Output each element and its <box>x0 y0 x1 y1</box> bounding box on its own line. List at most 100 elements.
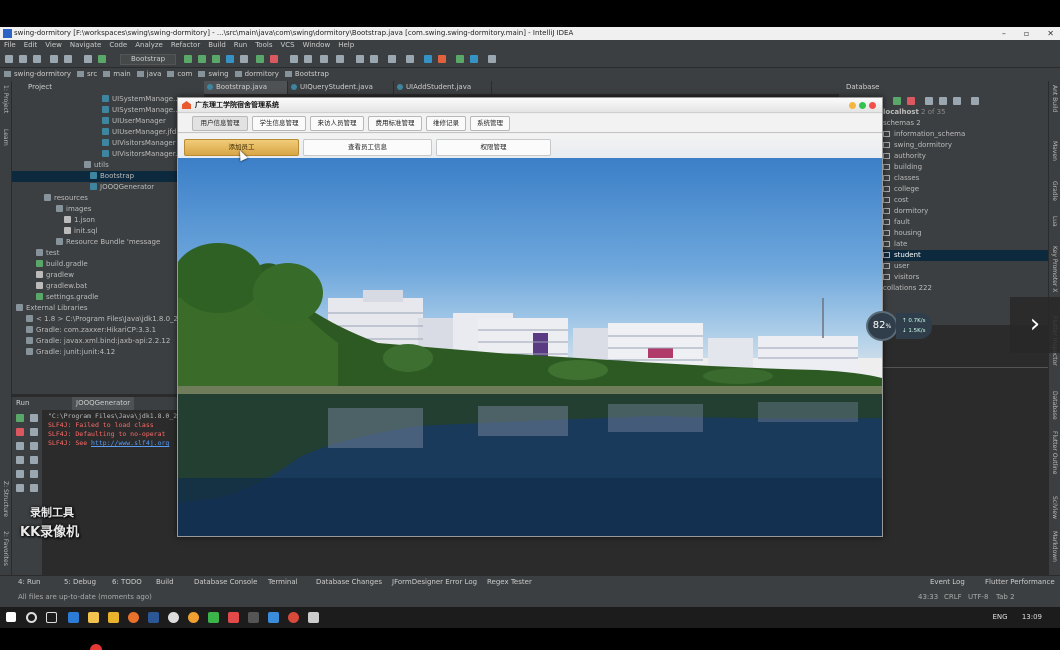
profile-icon[interactable] <box>226 55 234 63</box>
breadcrumb-swing[interactable]: swing <box>198 68 228 81</box>
app-icon[interactable] <box>268 612 279 623</box>
maximize-icon[interactable] <box>859 102 866 109</box>
settings-icon[interactable] <box>16 470 24 478</box>
app-icon[interactable] <box>108 612 119 623</box>
menu-tools[interactable]: Tools <box>255 40 272 51</box>
db-table[interactable]: dormitory <box>883 206 928 217</box>
db-schema-swing[interactable]: swing_dormitory <box>883 140 952 151</box>
run-config-select[interactable]: Bootstrap <box>120 54 176 65</box>
menu-file[interactable]: File <box>4 40 16 51</box>
breadcrumb-com[interactable]: com <box>167 68 192 81</box>
menu-window[interactable]: Window <box>303 40 331 51</box>
tab-repair-records[interactable]: 维修记录 <box>426 116 466 131</box>
minimize-icon[interactable]: – <box>1002 27 1006 40</box>
task-view-icon[interactable] <box>46 612 57 623</box>
tree-item[interactable]: test <box>36 248 59 259</box>
breadcrumb-bootstrap[interactable]: Bootstrap <box>285 68 329 81</box>
hammer-icon[interactable] <box>98 55 106 63</box>
tree-item[interactable]: utils <box>84 160 109 171</box>
filter-icon[interactable] <box>971 97 979 105</box>
attach-icon[interactable] <box>240 55 248 63</box>
db-schema-information[interactable]: information_schema <box>883 129 965 140</box>
terminal-icon[interactable] <box>370 55 378 63</box>
console-icon[interactable] <box>953 97 961 105</box>
indent[interactable]: Tab 2 <box>996 588 1015 607</box>
db-host[interactable]: localhost 2 of 35 <box>883 107 946 118</box>
tray-time[interactable]: 13:09 <box>1022 613 1042 621</box>
maximize-icon[interactable]: ▫ <box>1024 27 1029 40</box>
file-encoding[interactable]: UTF-8 <box>968 588 988 607</box>
list-icon[interactable] <box>488 55 496 63</box>
tool-gradle[interactable]: Gradle <box>1051 181 1058 201</box>
menu-help[interactable]: Help <box>338 40 354 51</box>
tree-item[interactable]: settings.gradle <box>36 292 98 303</box>
breadcrumb-project[interactable]: swing-dormitory <box>4 68 71 81</box>
exit-icon[interactable] <box>16 484 24 492</box>
run-tab[interactable]: JOOQGenerator <box>72 397 135 410</box>
down-icon[interactable] <box>30 428 38 436</box>
tool-lua[interactable]: Lua <box>1051 216 1058 227</box>
menu-code[interactable]: Code <box>109 40 127 51</box>
breadcrumb-src[interactable]: src <box>77 68 97 81</box>
project-structure-icon[interactable] <box>290 55 298 63</box>
edge-icon[interactable] <box>68 612 79 623</box>
database-panel-title[interactable]: Database <box>846 83 879 91</box>
scroll-end-icon[interactable] <box>30 456 38 464</box>
tree-item[interactable]: UIUserManager.jfd <box>102 127 176 138</box>
tree-item[interactable]: Gradle: com.zaxxer:HikariCP:3.3.1 <box>26 325 156 336</box>
close-icon[interactable]: ✕ <box>1047 27 1054 40</box>
db-schemas[interactable]: schemas 2 <box>883 118 921 129</box>
stop-icon[interactable] <box>270 55 278 63</box>
tab-user-management[interactable]: 用户信息管理 <box>192 116 248 131</box>
tab-system-management[interactable]: 系统管理 <box>470 116 510 131</box>
plugin-icon[interactable] <box>438 55 446 63</box>
breadcrumb-java[interactable]: java <box>137 68 162 81</box>
db-table[interactable]: cost <box>883 195 909 206</box>
caret-position[interactable]: 43:33 <box>918 588 938 607</box>
search-icon[interactable] <box>388 55 396 63</box>
db-collations[interactable]: collations 222 <box>883 283 932 294</box>
menu-build[interactable]: Build <box>208 40 226 51</box>
trash-icon[interactable] <box>30 484 38 492</box>
tree-item[interactable]: build.gradle <box>36 259 88 270</box>
tool-structure[interactable]: Z: Structure <box>2 481 9 517</box>
tree-item[interactable]: UIVisitorsManager <box>102 138 176 149</box>
open-icon[interactable] <box>5 55 13 63</box>
db-table[interactable]: classes <box>883 173 919 184</box>
stop-icon[interactable] <box>16 428 24 436</box>
project-panel-title[interactable]: Project <box>28 83 52 91</box>
search-icon[interactable] <box>26 612 37 623</box>
tab-fee-management[interactable]: 费用标准管理 <box>368 116 422 131</box>
build-icon[interactable] <box>84 55 92 63</box>
menu-run[interactable]: Run <box>234 40 247 51</box>
browser-icon[interactable] <box>188 612 199 623</box>
minimize-icon[interactable] <box>849 102 856 109</box>
tree-item[interactable]: Gradle: javax.xml.bind:jaxb-api:2.2.12 <box>26 336 170 347</box>
breadcrumb-dormitory[interactable]: dormitory <box>235 68 279 81</box>
netease-icon[interactable] <box>228 612 239 623</box>
tool-sciview[interactable]: SciView <box>1051 496 1058 519</box>
next-arrow-icon[interactable]: › <box>1010 297 1060 353</box>
menu-edit[interactable]: Edit <box>24 40 38 51</box>
tree-item[interactable]: images <box>56 204 91 215</box>
up-icon[interactable] <box>30 414 38 422</box>
pause-icon[interactable] <box>16 442 24 450</box>
line-separator[interactable]: CRLF <box>944 588 962 607</box>
editor-tab-add-student[interactable]: UIAddStudent.java <box>394 81 493 94</box>
camera-icon[interactable] <box>16 456 24 464</box>
forward-icon[interactable] <box>64 55 72 63</box>
editor-tab-bootstrap[interactable]: Bootstrap.java <box>204 81 289 94</box>
tray-lang[interactable]: ENG <box>992 613 1007 621</box>
tool-database[interactable]: Database <box>1051 391 1058 420</box>
wechat-icon[interactable] <box>208 612 219 623</box>
db-table[interactable]: late <box>883 239 907 250</box>
word-icon[interactable] <box>148 612 159 623</box>
ban-icon[interactable] <box>470 55 478 63</box>
table-icon[interactable] <box>925 97 933 105</box>
gradle-icon[interactable] <box>320 55 328 63</box>
run-icon[interactable] <box>184 55 192 63</box>
print-icon[interactable] <box>30 470 38 478</box>
menu-analyze[interactable]: Analyze <box>135 40 163 51</box>
tree-item[interactable]: gradlew.bat <box>36 281 87 292</box>
close-icon[interactable] <box>869 102 876 109</box>
